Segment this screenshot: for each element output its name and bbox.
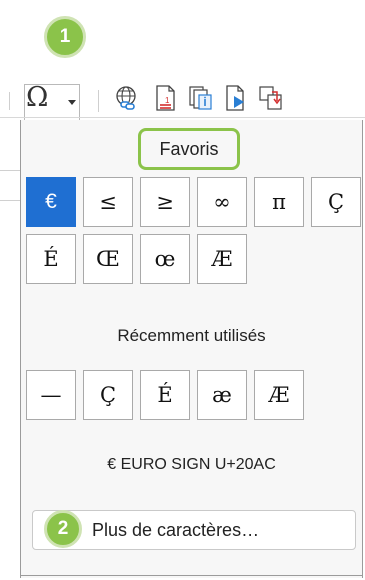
favorites-label: Favoris [159,138,219,159]
dropdown-bottom-border [20,575,363,576]
caption-icon[interactable] [187,84,215,112]
favorite-char-euro[interactable]: € [26,177,76,227]
recent-char[interactable]: — [26,370,76,420]
page-edge [0,200,20,201]
favorite-char[interactable]: π [254,177,304,227]
favorite-char[interactable]: ≥ [140,177,190,227]
page-edge [0,170,20,171]
step-badge-1: 1 [44,16,86,58]
cross-reference-icon[interactable] [257,84,285,112]
selected-char-info: € EURO SIGN U+20AC [107,456,276,473]
bookmark-icon[interactable] [222,84,250,112]
chevron-down-icon[interactable] [68,100,76,105]
favorite-char[interactable]: ≤ [83,177,133,227]
footnote-icon[interactable]: 1 [151,84,179,112]
recent-char[interactable]: æ [197,370,247,420]
favorite-char[interactable]: Ç [311,177,361,227]
toolbar-bottom-border [0,117,365,118]
favorite-char[interactable]: ∞ [197,177,247,227]
toolbar-separator [9,92,10,110]
svg-text:1: 1 [165,96,170,105]
favorite-char[interactable]: Œ [83,234,133,284]
hyperlink-icon[interactable] [112,84,140,112]
favorite-char[interactable]: Æ [197,234,247,284]
toolbar-separator [98,90,99,112]
omega-icon: Ω [26,82,49,113]
recent-heading: Récemment utilisés [117,326,266,345]
more-characters-label: Plus de caractères… [92,520,260,540]
recent-char[interactable]: Æ [254,370,304,420]
recent-char[interactable]: Ç [83,370,133,420]
favorite-char[interactable]: É [26,234,76,284]
step-badge-2: 2 [44,510,82,548]
favorite-char[interactable]: œ [140,234,190,284]
favorites-heading: Favoris [138,128,240,170]
recent-char[interactable]: É [140,370,190,420]
